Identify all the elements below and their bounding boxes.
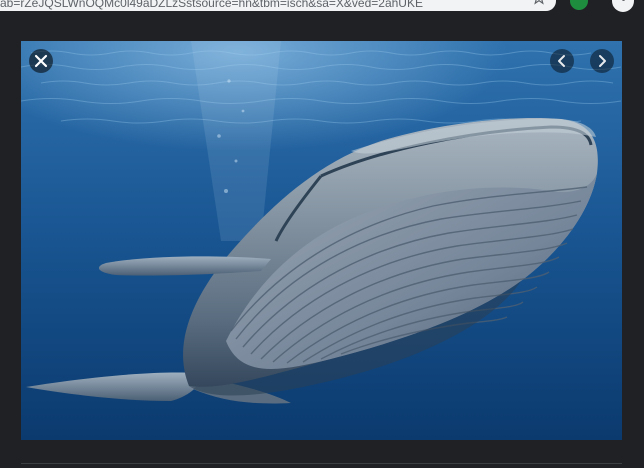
- kebab-menu-icon[interactable]: [612, 0, 634, 12]
- star-icon[interactable]: [532, 0, 546, 5]
- image-viewer: [21, 41, 622, 440]
- whale-image: [21, 41, 622, 440]
- close-button[interactable]: [29, 49, 53, 73]
- address-bar[interactable]: ab=rZeJQSLWnOQMc0l49aDZLzSstsource=hn&tb…: [0, 0, 556, 11]
- chevron-right-icon: [599, 55, 606, 67]
- next-image-button[interactable]: [590, 49, 614, 73]
- divider: [21, 463, 622, 464]
- browser-toolbar: ab=rZeJQSLWnOQMc0l49aDZLzSstsource=hn&tb…: [0, 0, 644, 14]
- chevron-left-icon: [558, 55, 565, 67]
- close-icon: [34, 54, 48, 68]
- extension-icon[interactable]: [570, 0, 588, 10]
- address-bar-url[interactable]: ab=rZeJQSLWnOQMc0l49aDZLzSstsource=hn&tb…: [0, 0, 423, 10]
- previous-image-button[interactable]: [550, 49, 574, 73]
